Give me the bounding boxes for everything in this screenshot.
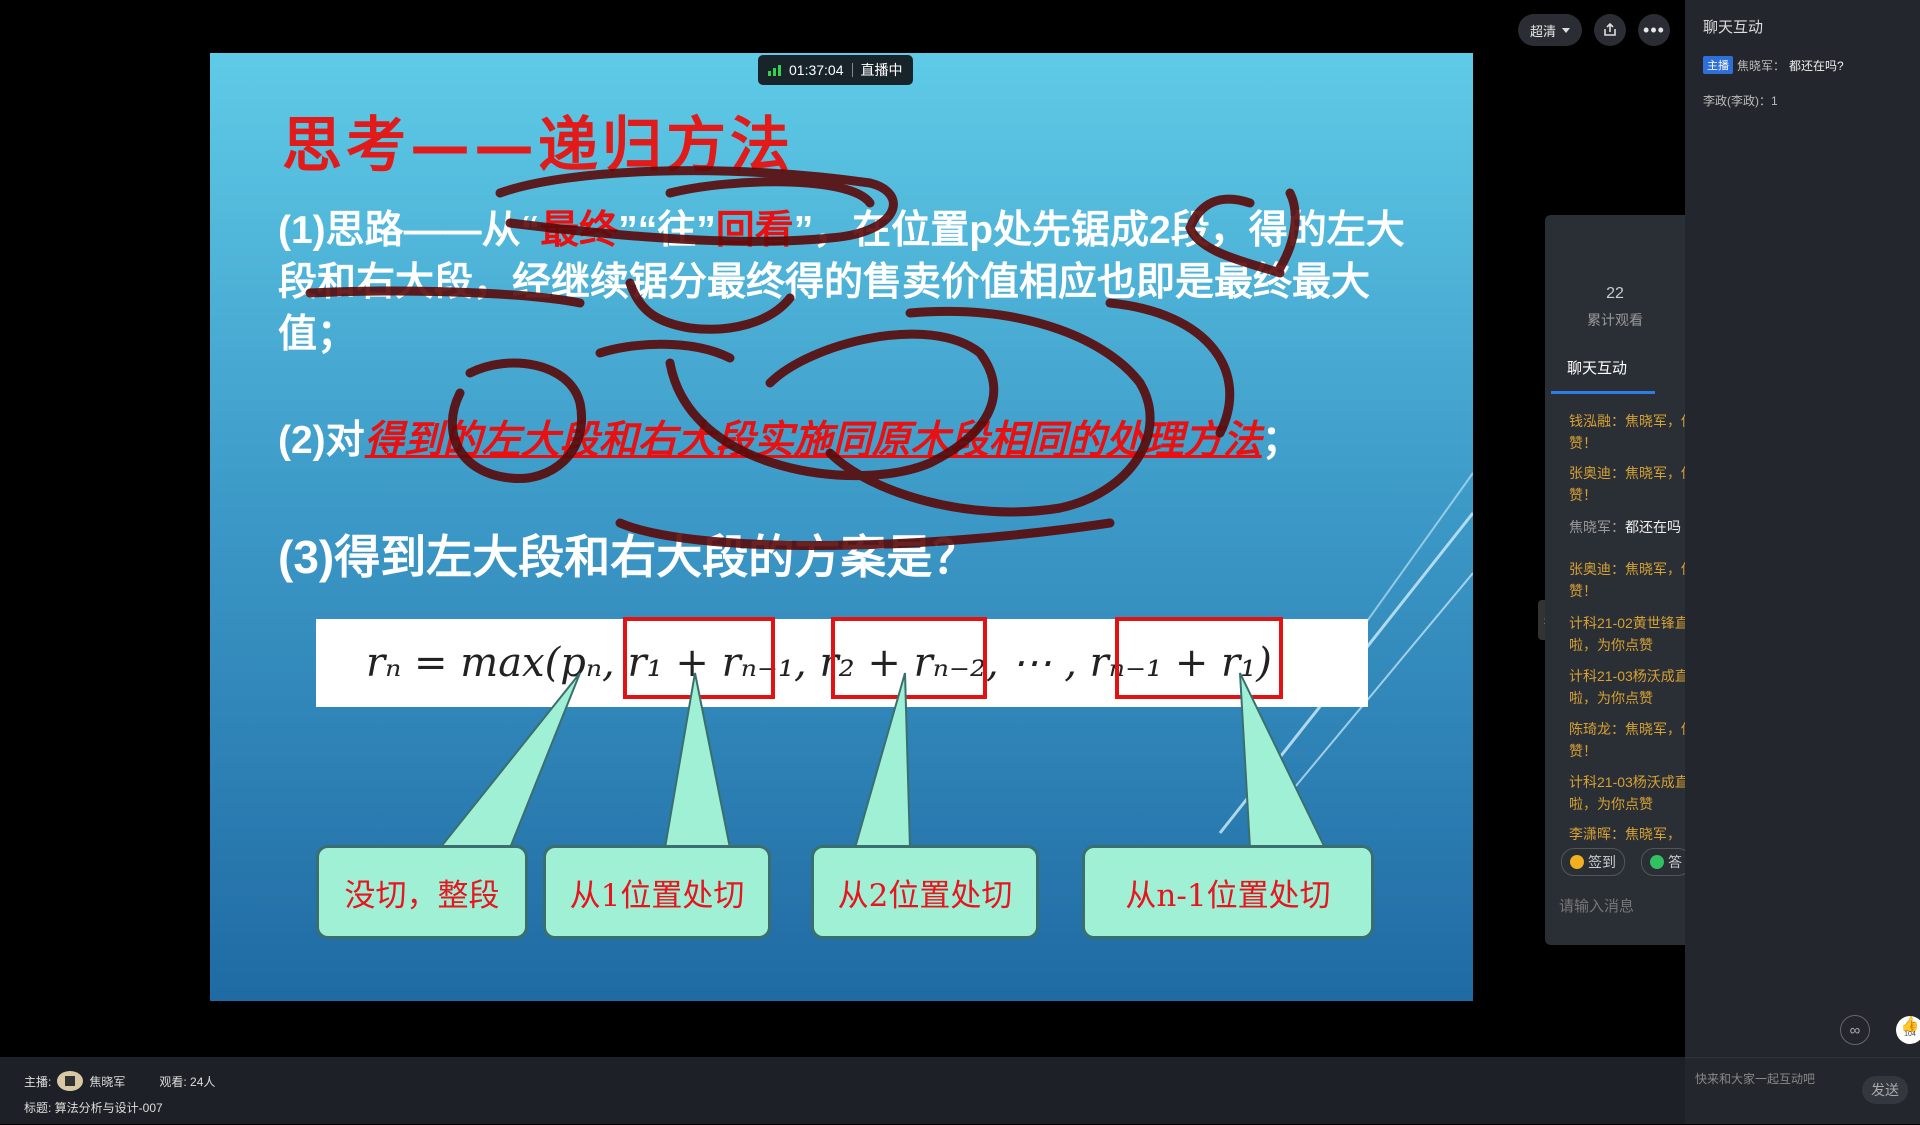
chat-input[interactable]: 请输入消息 <box>1559 895 1634 916</box>
more-dots-icon: ••• <box>1643 19 1665 40</box>
tab-chat[interactable]: 聊天互动 <box>1567 357 1627 378</box>
checkin-button[interactable]: 签到 <box>1561 848 1625 876</box>
video-player[interactable]: 01:37:04 直播中 思考——递归方法 (1)思路——从“最终”“往”回看”… <box>210 53 1473 1001</box>
avatar <box>57 1071 84 1091</box>
answer-label: 答 <box>1668 854 1682 870</box>
chat-message: 张奥迪：焦晓军，你点赞！ <box>1569 561 1685 599</box>
viewer-count: 观看: 24人 <box>159 1074 216 1089</box>
callout-cut-at-2: 从2位置处切 <box>811 845 1039 939</box>
host-badge: 主播 <box>1703 56 1733 74</box>
host-label: 主播: <box>24 1074 52 1089</box>
chat-text: 都还在吗? <box>1789 58 1844 73</box>
host-name: 焦晓军 <box>89 1074 126 1089</box>
chat-message: 钱泓融：焦晓军，你点赞！ <box>1569 413 1685 451</box>
send-button[interactable]: 发送 <box>1862 1076 1908 1104</box>
chat-message: 李潇晖：焦晓军， <box>1569 826 1681 842</box>
chat-message: 计科21-03杨沃成直播啦，为你点赞 <box>1569 774 1685 812</box>
sidebar-actions: ∞ 👍 104 <box>1840 1015 1920 1045</box>
chat-message: 李政(李政)：1 <box>1703 94 1778 108</box>
answer-icon <box>1650 855 1664 869</box>
callout-no-cut: 没切，整段 <box>316 845 528 939</box>
answer-button[interactable]: 答 <box>1641 848 1685 876</box>
chevron-down-icon <box>1562 27 1570 33</box>
quality-selector[interactable]: 超清 <box>1518 14 1582 46</box>
view-count-label: 累计观看 <box>1587 312 1643 328</box>
quality-label: 超清 <box>1529 23 1556 39</box>
chat-message-host: 主播 焦晓军： 都还在吗? <box>1703 56 1844 74</box>
chat-message: 计科21-03杨沃成直播啦，为你点赞 <box>1569 668 1685 706</box>
signal-icon <box>768 64 781 76</box>
chat-user: 焦晓军： <box>1737 58 1786 73</box>
host-info: 主播: 焦晓军 观看: 24人 <box>24 1071 215 1091</box>
active-tab-indicator <box>1551 391 1655 394</box>
sidebar-title: 聊天互动 <box>1703 19 1764 36</box>
live-status-badge: 01:37:04 直播中 <box>758 55 913 85</box>
chat-message: 计科21-02黄世锋直播啦，为你点赞 <box>1569 615 1685 653</box>
chat-text: 都还在吗 <box>1625 519 1681 535</box>
like-count: 104 <box>1904 1031 1916 1038</box>
callout-cut-at-1: 从1位置处切 <box>543 845 771 939</box>
callout-cut-at-n-1: 从n-1位置处切 <box>1082 845 1374 939</box>
link-icon: ∞ <box>1849 1021 1861 1039</box>
chat-message-host: 焦晓军：都还在吗 <box>1569 516 1685 538</box>
thumbs-up-icon: 👍 <box>1900 1016 1920 1033</box>
message-input[interactable]: 快来和大家一起互动吧 <box>1695 1070 1815 1087</box>
link-button[interactable]: ∞ <box>1840 1015 1870 1045</box>
checkin-label: 签到 <box>1588 854 1616 870</box>
share-button[interactable] <box>1594 14 1626 46</box>
divider <box>851 63 853 77</box>
share-icon <box>1604 22 1616 36</box>
embedded-chat-panel: 22 累计观看 聊天互动 钱泓融：焦晓军，你点赞！ 张奥迪：焦晓军，你点赞！ 焦… <box>1545 215 1685 945</box>
checkin-icon <box>1570 855 1584 869</box>
chat-sidebar: 聊天互动 主播 焦晓军： 都还在吗? 李政(李政)：1 ∞ 👍 104 快来和大… <box>1685 0 1920 1124</box>
elapsed-time: 01:37:04 <box>789 62 844 78</box>
chat-user: 焦晓军： <box>1569 519 1625 535</box>
chat-message: 张奥迪：焦晓军，你点赞！ <box>1569 465 1685 503</box>
view-count: 22 <box>1606 285 1624 302</box>
chat-message: 陈琦龙：焦晓军，你点赞！ <box>1569 721 1685 759</box>
stream-info-bar: 主播: 焦晓军 观看: 24人 标题: 算法分析与设计-007 <box>0 1057 1685 1124</box>
more-button[interactable]: ••• <box>1638 14 1670 46</box>
like-button[interactable]: 👍 104 <box>1896 1016 1920 1044</box>
stream-title: 标题: 算法分析与设计-007 <box>24 1101 163 1115</box>
message-input-area: 快来和大家一起互动吧 发送 <box>1685 1057 1920 1125</box>
live-status: 直播中 <box>860 62 903 78</box>
top-toolbar: 超清 ••• <box>1518 14 1670 46</box>
